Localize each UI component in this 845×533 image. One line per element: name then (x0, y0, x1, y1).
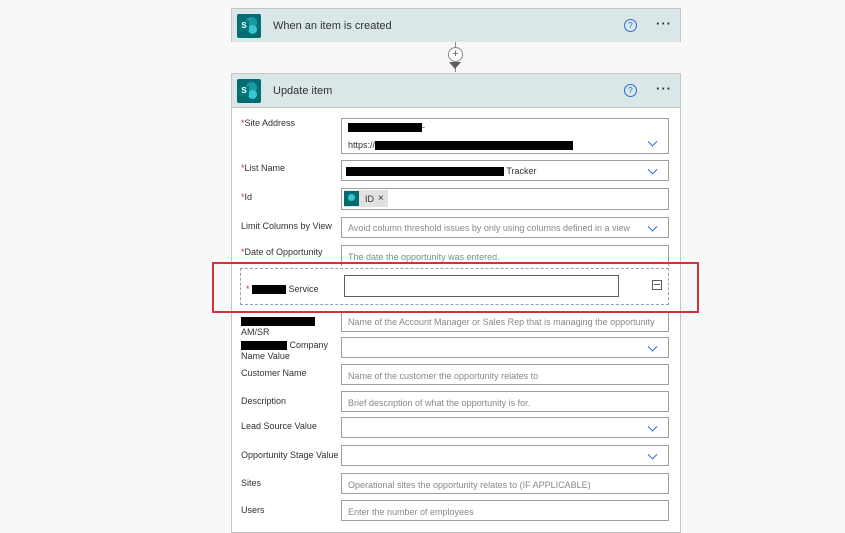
limit-columns-dropdown[interactable]: Avoid column threshold issues by only us… (341, 217, 669, 238)
redacted-text (375, 141, 574, 151)
description-input[interactable]: Brief description of what the opportunit… (341, 391, 669, 412)
am-sr-label: AM/SR (241, 316, 341, 338)
help-icon[interactable]: ? (624, 84, 637, 97)
redacted-text (241, 317, 315, 327)
site-address-dropdown[interactable]: - https:// (341, 118, 669, 154)
site-address-label: *Site Address (241, 118, 296, 128)
highlight-box (212, 262, 699, 313)
date-opportunity-label: *Date of Opportunity (241, 247, 323, 257)
list-name-label: *List Name (241, 163, 286, 173)
opportunity-stage-label: Opportunity Stage Value (241, 450, 339, 460)
redacted-text (346, 167, 504, 177)
users-input[interactable]: Enter the number of employees (341, 500, 669, 521)
trigger-card-header[interactable]: S When an item is created ? ··· (232, 9, 680, 42)
lead-source-dropdown[interactable] (341, 417, 669, 438)
lead-source-label: Lead Source Value (241, 421, 317, 431)
chevron-down-icon[interactable] (647, 164, 658, 175)
arrow-down-icon (449, 62, 461, 69)
company-label: Company Name Value (241, 340, 329, 361)
trigger-card[interactable]: S When an item is created ? ··· (231, 8, 681, 42)
list-name-dropdown[interactable]: Tracker (341, 160, 669, 181)
chevron-down-icon[interactable] (647, 221, 658, 232)
update-item-header[interactable]: S Update item ? ··· (232, 74, 680, 108)
sites-input[interactable]: Operational sites the opportunity relate… (341, 473, 669, 494)
customer-name-label: Customer Name (241, 368, 307, 378)
company-dropdown[interactable] (341, 337, 669, 358)
sharepoint-icon: S (237, 13, 261, 38)
help-icon[interactable]: ? (624, 19, 637, 32)
users-label: Users (241, 505, 265, 515)
chevron-down-icon[interactable] (647, 136, 658, 147)
id-token[interactable]: ID × (344, 190, 388, 207)
more-options-icon[interactable]: ··· (656, 81, 672, 96)
sites-label: Sites (241, 478, 262, 488)
id-label: *Id (241, 192, 253, 202)
chevron-down-icon[interactable] (647, 341, 658, 352)
redacted-text (241, 341, 287, 351)
more-options-icon[interactable]: ··· (656, 16, 672, 31)
sharepoint-icon (344, 191, 359, 206)
add-step-icon[interactable]: + (448, 47, 463, 62)
sharepoint-icon: S (237, 78, 261, 103)
chevron-down-icon[interactable] (647, 449, 658, 460)
customer-name-input[interactable]: Name of the customer the opportunity rel… (341, 364, 669, 385)
limit-columns-label: Limit Columns by View (241, 221, 332, 231)
update-item-title: Update item (273, 84, 333, 97)
chevron-down-icon[interactable] (647, 421, 658, 432)
description-label: Description (241, 396, 287, 406)
am-sr-input[interactable]: Name of the Account Manager or Sales Rep… (341, 311, 669, 332)
redacted-text (348, 123, 422, 133)
id-field[interactable]: ID × (341, 188, 669, 210)
opportunity-stage-dropdown[interactable] (341, 445, 669, 466)
remove-token-icon[interactable]: × (378, 193, 384, 204)
trigger-title: When an item is created (273, 19, 392, 32)
